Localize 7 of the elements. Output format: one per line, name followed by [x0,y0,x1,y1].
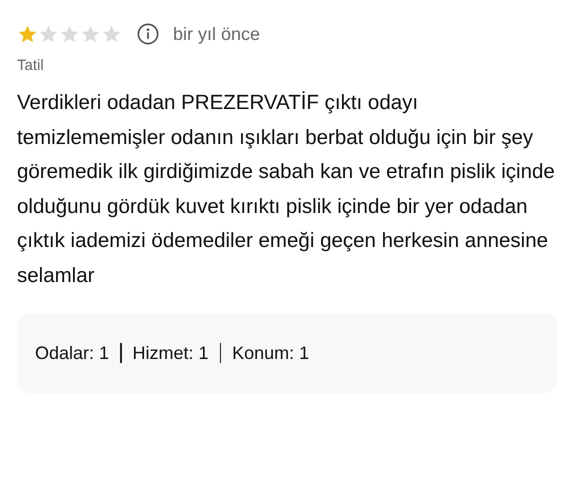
rating-score: Hizmet: 1 [132,342,209,364]
info-icon[interactable] [137,23,159,45]
rating-score: Odalar: 1 [35,342,110,364]
review-text: Verdikleri odadan PREZERVATİF çıktı odayı temizlememişler odanın ışıkları berbat olduğu için bir şey göremedik ilk girdiğimizde sabah kan ve etrafın pislik içinde olduğunu gördük kuvet kırıktı pislik içinde bir yer odadan çıktık iademizi ödemediler emeği geçen herkesin annesine selamlar [17,90,556,288]
review-time: bir yıl önce [173,24,260,44]
rating-score: Konum: 1 [232,342,310,364]
trip-type: Tatil [17,57,45,74]
